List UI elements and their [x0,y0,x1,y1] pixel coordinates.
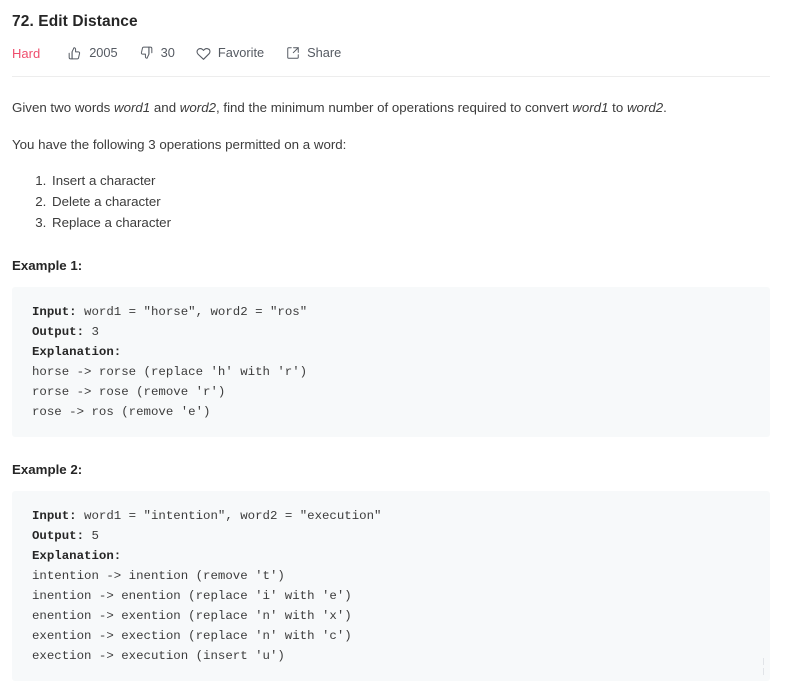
code-line: exention -> exection (replace 'n' with '… [32,626,752,646]
code-text: rorse -> rose (remove 'r') [32,385,225,399]
dislikes-count: 30 [161,45,175,61]
desc-p1-part2: and [150,100,180,115]
code-line: intention -> inention (remove 't') [32,566,752,586]
desc-p1-word1: word1 [114,100,150,115]
code-line: Explanation: [32,546,752,566]
code-line: Input: word1 = "intention", word2 = "exe… [32,506,752,526]
likes-button[interactable]: 2005 [67,45,117,61]
code-line: enention -> exention (replace 'n' with '… [32,606,752,626]
code-line: rorse -> rose (remove 'r') [32,382,752,402]
example-1-code-block: Input: word1 = "horse", word2 = "ros"Out… [12,287,770,437]
difficulty-badge: Hard [12,46,40,61]
code-line: Input: word1 = "horse", word2 = "ros" [32,302,752,322]
example-1-heading: Example 1: [12,257,770,275]
code-text: word1 = "intention", word2 = "execution" [77,509,382,523]
thumbs-up-icon [67,46,82,61]
code-line: Explanation: [32,342,752,362]
code-text: 3 [84,325,99,339]
code-text: inention -> enention (replace 'i' with '… [32,589,352,603]
desc-p1-part3: , find the minimum number of operations … [216,100,572,115]
description-paragraph-2: You have the following 3 operations perm… [12,135,770,154]
code-text: rose -> ros (remove 'e') [32,405,210,419]
problem-description-panel: 72. Edit Distance Hard 2005 30 [0,0,786,657]
desc-p1-part4: to [608,100,626,115]
code-text: horse -> rorse (replace 'h' with 'r') [32,365,307,379]
list-item: Insert a character [50,170,770,191]
resize-handle[interactable] [759,655,767,677]
code-label: Output: [32,529,84,543]
code-label: Input: [32,305,77,319]
operations-list: Insert a character Delete a character Re… [12,170,770,233]
example-2-code-block: Input: word1 = "intention", word2 = "exe… [12,491,770,681]
code-line: exection -> execution (insert 'u') [32,646,752,666]
code-line: Output: 5 [32,526,752,546]
code-line: horse -> rorse (replace 'h' with 'r') [32,362,752,382]
code-line: rose -> ros (remove 'e') [32,402,752,422]
favorite-button[interactable]: Favorite [196,45,264,61]
favorite-label: Favorite [218,45,264,61]
thumbs-down-icon [139,46,154,61]
likes-count: 2005 [89,45,117,61]
page-title: 72. Edit Distance [12,0,770,32]
code-text: word1 = "horse", word2 = "ros" [77,305,308,319]
heart-icon [196,46,211,61]
desc-p1-part5: . [663,100,667,115]
example-2-heading: Example 2: [12,461,770,479]
code-label: Output: [32,325,84,339]
code-label: Explanation: [32,345,121,359]
desc-p1-word1b: word1 [572,100,608,115]
code-text: enention -> exention (replace 'n' with '… [32,609,352,623]
dislikes-button[interactable]: 30 [139,45,175,61]
description-paragraph-1: Given two words word1 and word2, find th… [12,98,770,117]
code-text: 5 [84,529,99,543]
share-label: Share [307,45,341,61]
code-text: intention -> inention (remove 't') [32,569,285,583]
code-label: Explanation: [32,549,121,563]
share-button[interactable]: Share [285,45,341,61]
list-item: Replace a character [50,212,770,233]
problem-meta-row: Hard 2005 30 [12,43,770,63]
problem-content: Given two words word1 and word2, find th… [12,77,770,681]
share-box-icon [285,46,300,61]
code-text: exection -> execution (insert 'u') [32,649,285,663]
code-text: exention -> exection (replace 'n' with '… [32,629,352,643]
desc-p1-part1: Given two words [12,100,114,115]
desc-p1-word2b: word2 [627,100,663,115]
code-label: Input: [32,509,77,523]
list-item: Delete a character [50,191,770,212]
code-line: Output: 3 [32,322,752,342]
desc-p1-word2: word2 [180,100,216,115]
code-line: inention -> enention (replace 'i' with '… [32,586,752,606]
